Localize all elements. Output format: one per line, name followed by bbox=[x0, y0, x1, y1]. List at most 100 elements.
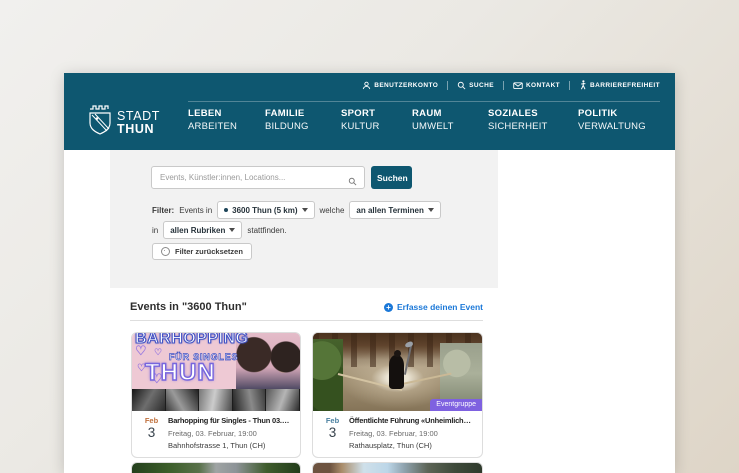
topbar-label: BARRIEREFREIHEIT bbox=[590, 82, 660, 89]
event-card-partial[interactable] bbox=[312, 462, 483, 473]
logo-text: STADT THUN bbox=[117, 110, 160, 136]
poster-text: THUN bbox=[145, 359, 216, 387]
nav-label: UMWELT bbox=[412, 120, 473, 133]
events-section-header: Events in "3600 Thun" + Erfasse deinen E… bbox=[130, 301, 483, 313]
user-icon bbox=[362, 81, 371, 90]
header-divider bbox=[188, 101, 660, 102]
nav-label: FAMILIE bbox=[265, 107, 326, 120]
eventgruppe-badge: Eventgruppe bbox=[430, 399, 482, 411]
filter-connector-text: welche bbox=[320, 206, 345, 215]
filter-connector-text: in bbox=[152, 226, 158, 235]
event-datetime: Freitag, 03. Februar, 19:00 bbox=[168, 429, 292, 438]
event-date: Feb 3 bbox=[323, 416, 342, 450]
topbar-divider bbox=[503, 81, 504, 90]
desktop-background: BENUTZERKONTO SUCHE KONTAKT bbox=[0, 0, 739, 473]
event-location: Bahnhofstrasse 1, Thun (CH) bbox=[168, 441, 292, 450]
reset-icon bbox=[161, 247, 170, 256]
event-month: Feb bbox=[323, 416, 342, 425]
rubric-select[interactable]: allen Rubriken bbox=[163, 221, 242, 239]
nav-sport-kultur[interactable]: SPORT KULTUR bbox=[341, 107, 397, 133]
site-header: BENUTZERKONTO SUCHE KONTAKT bbox=[64, 73, 675, 150]
chevron-down-icon bbox=[229, 228, 235, 232]
date-select[interactable]: an allen Terminen bbox=[349, 201, 440, 219]
poster-background: ♡ ♡ ♡ ♡ BARHOPPING FÜR SINGLES THUN bbox=[132, 333, 300, 411]
stadt-thun-logo[interactable]: STADT THUN bbox=[88, 104, 160, 141]
nav-label: BILDUNG bbox=[265, 120, 326, 133]
location-select-value: 3600 Thun (5 km) bbox=[232, 206, 297, 215]
nav-familie-bildung[interactable]: FAMILIE BILDUNG bbox=[265, 107, 326, 133]
event-month: Feb bbox=[142, 416, 161, 425]
add-event-label: Erfasse deinen Event bbox=[397, 302, 483, 312]
filter-reset-button[interactable]: Filter zurücksetzen bbox=[152, 243, 252, 260]
poster-text: BARHOPPING bbox=[135, 333, 248, 348]
plus-circle-icon: + bbox=[384, 303, 393, 312]
filter-label: Filter: bbox=[152, 206, 174, 215]
nav-politik-verwaltung[interactable]: POLITIK VERWALTUNG bbox=[578, 107, 658, 133]
filter-suffix-text: stattfinden. bbox=[247, 226, 286, 235]
mail-icon bbox=[513, 81, 523, 90]
search-icon bbox=[348, 173, 357, 191]
event-card-partial[interactable] bbox=[131, 462, 301, 473]
topbar-divider bbox=[569, 81, 570, 90]
topbar-label: KONTAKT bbox=[526, 82, 560, 89]
location-select[interactable]: 3600 Thun (5 km) bbox=[217, 201, 314, 219]
event-card-list-row2 bbox=[131, 462, 483, 473]
logo-line2: THUN bbox=[117, 122, 154, 136]
event-day: 3 bbox=[323, 425, 342, 440]
chevron-down-icon bbox=[428, 208, 434, 212]
nav-label: VERWALTUNG bbox=[578, 120, 658, 133]
heart-icon: ♡ bbox=[154, 347, 162, 358]
event-text: Barhopping für Singles - Thun 03.02.23 F… bbox=[168, 416, 292, 450]
nav-raum-umwelt[interactable]: RAUM UMWELT bbox=[412, 107, 473, 133]
topbar-barrierefreiheit[interactable]: BARRIEREFREIHEIT bbox=[579, 80, 660, 90]
event-title: Barhopping für Singles - Thun 03.02.23 bbox=[168, 416, 292, 426]
nav-label: ARBEITEN bbox=[188, 120, 250, 133]
accessibility-icon bbox=[579, 80, 587, 90]
nav-soziales-sicherheit[interactable]: SOZIALES SICHERHEIT bbox=[488, 107, 563, 133]
topbar-benutzerkonto[interactable]: BENUTZERKONTO bbox=[362, 81, 438, 90]
nav-leben-arbeiten[interactable]: LEBEN ARBEITEN bbox=[188, 107, 250, 133]
nav-label: SPORT bbox=[341, 107, 397, 120]
location-dot-icon bbox=[224, 208, 228, 212]
nav-label: RAUM bbox=[412, 107, 473, 120]
event-search-input[interactable] bbox=[151, 166, 365, 189]
event-image-partial bbox=[313, 463, 482, 473]
event-day: 3 bbox=[142, 425, 161, 440]
event-datetime: Freitag, 03. Februar, 19:00 bbox=[349, 429, 474, 438]
event-location: Rathausplatz, Thun (CH) bbox=[349, 441, 474, 450]
reset-label: Filter zurücksetzen bbox=[175, 247, 243, 256]
topbar-divider bbox=[447, 81, 448, 90]
topbar-suche[interactable]: SUCHE bbox=[457, 81, 494, 90]
poster-photo-strip bbox=[132, 389, 300, 411]
event-title: Öffentlichte Führung «Unheimliches T… bbox=[349, 416, 474, 426]
topbar: BENUTZERKONTO SUCHE KONTAKT bbox=[362, 80, 660, 90]
rubric-select-value: allen Rubriken bbox=[170, 226, 225, 235]
filter-intro-text: Events in bbox=[179, 206, 212, 215]
event-card-fuehrung[interactable]: Eventgruppe Feb 3 Öffentlichte Führung «… bbox=[312, 332, 483, 458]
crest-icon bbox=[88, 104, 112, 141]
events-divider bbox=[130, 320, 483, 321]
topbar-kontakt[interactable]: KONTAKT bbox=[513, 81, 560, 90]
search-icon bbox=[457, 81, 466, 90]
event-card-list: ♡ ♡ ♡ ♡ BARHOPPING FÜR SINGLES THUN bbox=[131, 332, 483, 458]
nav-label: KULTUR bbox=[341, 120, 397, 133]
filter-row-2: in allen Rubriken stattfinden. bbox=[152, 221, 287, 239]
chevron-down-icon bbox=[302, 208, 308, 212]
event-filter-panel: Suchen Filter: Events in 3600 Thun (5 km… bbox=[110, 150, 498, 288]
event-image-barhopping-poster: ♡ ♡ ♡ ♡ BARHOPPING FÜR SINGLES THUN bbox=[132, 333, 300, 411]
search-button[interactable]: Suchen bbox=[371, 166, 412, 189]
nav-label: SOZIALES bbox=[488, 107, 563, 120]
topbar-label: SUCHE bbox=[469, 82, 494, 89]
event-text: Öffentlichte Führung «Unheimliches T… Fr… bbox=[349, 416, 474, 450]
event-card-info: Feb 3 Barhopping für Singles - Thun 03.0… bbox=[132, 411, 300, 450]
event-card-barhopping[interactable]: ♡ ♡ ♡ ♡ BARHOPPING FÜR SINGLES THUN bbox=[131, 332, 301, 458]
browser-viewport: BENUTZERKONTO SUCHE KONTAKT bbox=[64, 73, 675, 473]
date-select-value: an allen Terminen bbox=[356, 206, 423, 215]
main-navigation: LEBEN ARBEITEN FAMILIE BILDUNG SPORT KUL… bbox=[188, 107, 658, 133]
event-image-bridge-walkway: Eventgruppe bbox=[313, 333, 482, 411]
add-event-link[interactable]: + Erfasse deinen Event bbox=[384, 302, 483, 312]
event-date: Feb 3 bbox=[142, 416, 161, 450]
topbar-label: BENUTZERKONTO bbox=[374, 82, 438, 89]
cloaked-figure-head bbox=[394, 350, 401, 357]
nav-label: SICHERHEIT bbox=[488, 120, 563, 133]
